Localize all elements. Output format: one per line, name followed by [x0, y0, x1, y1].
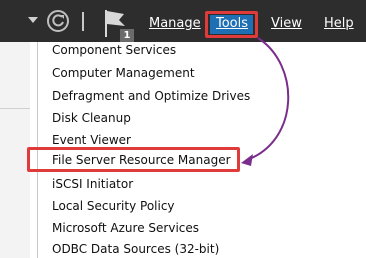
menu-help[interactable]: Help: [324, 16, 354, 31]
menu-item-computer-management[interactable]: Computer Management: [52, 64, 195, 82]
divider: [0, 108, 30, 109]
refresh-button[interactable]: [47, 10, 69, 32]
menu-item-defragment-drives[interactable]: Defragment and Optimize Drives: [52, 87, 250, 105]
menu-item-component-services[interactable]: Component Services: [52, 41, 176, 59]
menu-item-microsoft-azure-services[interactable]: Microsoft Azure Services: [52, 219, 199, 237]
file-server-highlight-box: [27, 147, 240, 172]
dropdown-arrow-icon[interactable]: [28, 16, 38, 24]
toolbar: 1 Manage Tools View Help: [0, 0, 366, 42]
menu-item-local-security-policy[interactable]: Local Security Policy: [52, 197, 175, 215]
menu-item-odbc-data-sources-32bit[interactable]: ODBC Data Sources (32-bit): [52, 240, 219, 258]
menu-manage[interactable]: Manage: [149, 16, 201, 31]
menu-tools[interactable]: Tools: [216, 16, 248, 31]
menu-item-disk-cleanup[interactable]: Disk Cleanup: [52, 109, 131, 127]
background-window-strip: [0, 42, 30, 258]
refresh-icon: [52, 14, 64, 27]
toolbar-separator: [82, 12, 84, 31]
menu-view[interactable]: View: [271, 16, 302, 31]
menu-item-iscsi-initiator[interactable]: iSCSI Initiator: [52, 175, 133, 193]
